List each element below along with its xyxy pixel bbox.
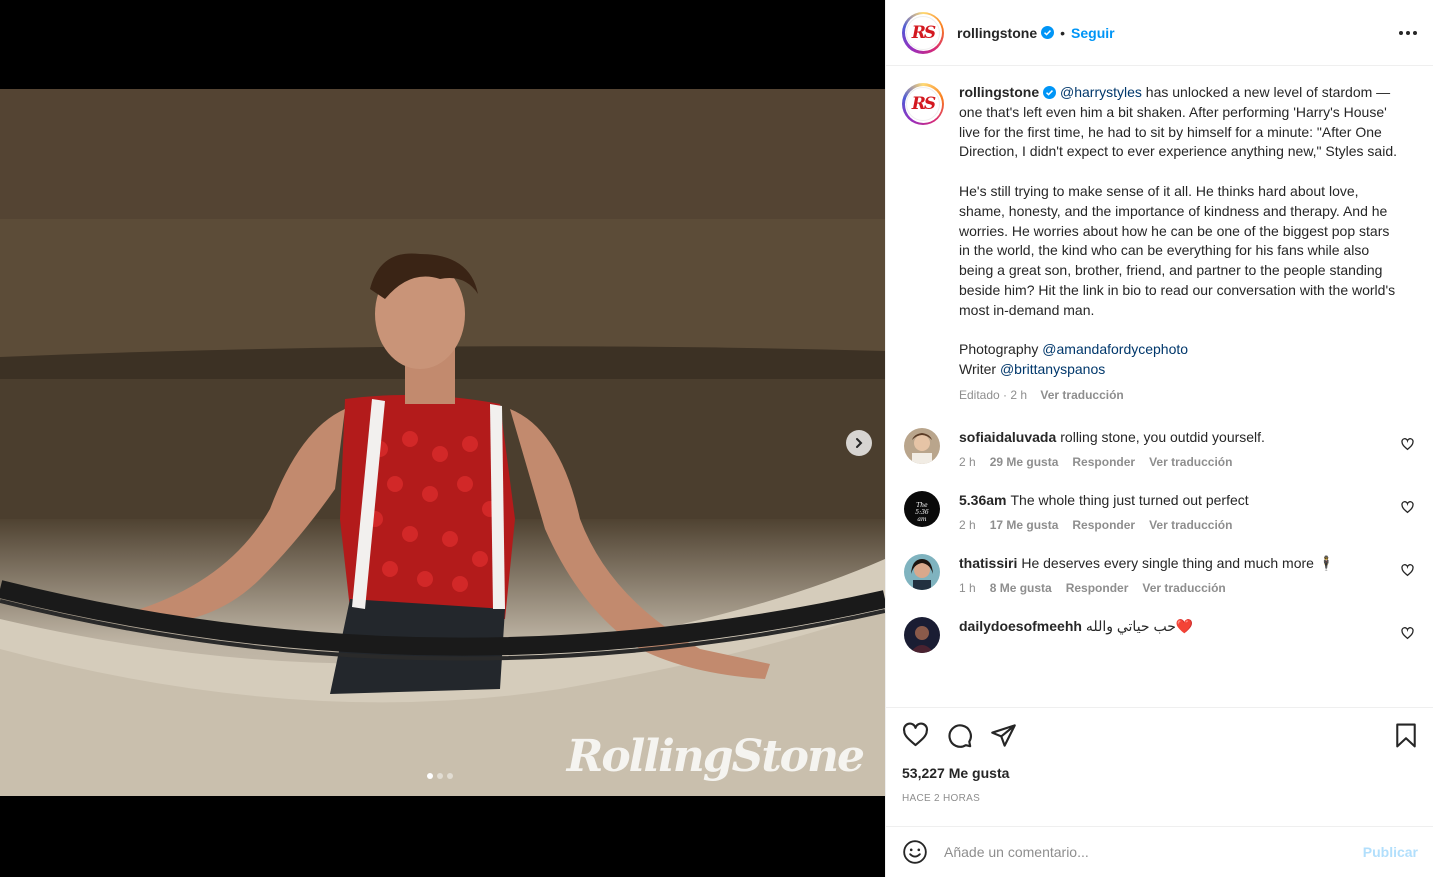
comment-time: 1 h	[959, 580, 976, 595]
reply-button[interactable]: Responder	[1066, 581, 1129, 595]
reply-button[interactable]: Responder	[1072, 518, 1135, 532]
comment-likes[interactable]: 29 Me gusta	[990, 455, 1059, 469]
comment-time: 2 h	[959, 517, 976, 532]
save-bookmark-icon[interactable]	[1394, 722, 1418, 749]
translate-button[interactable]: Ver traducción	[1040, 388, 1123, 402]
translate-button[interactable]: Ver traducción	[1149, 455, 1232, 469]
like-heart-icon[interactable]	[902, 722, 929, 749]
comment-username[interactable]: dailydoesofmeehh	[959, 618, 1082, 634]
svg-text:am: am	[917, 516, 927, 523]
like-comment-heart-icon[interactable]	[1401, 626, 1414, 640]
comment-text: He deserves every single thing and much …	[1021, 554, 1336, 571]
post-media: RollingStone	[0, 0, 885, 877]
rollingstone-watermark: RollingStone	[566, 731, 865, 782]
verified-badge-icon	[1041, 26, 1055, 39]
carousel-dot	[427, 773, 433, 779]
svg-text:The: The	[916, 502, 928, 509]
comment-input[interactable]	[944, 844, 1363, 860]
comment-item: dailydoesofmeehh حب حياتي والله❤️	[902, 616, 1418, 653]
more-options-icon[interactable]	[1399, 30, 1417, 35]
writer-credit-label: Writer	[959, 361, 1000, 378]
photographer-mention[interactable]: @amandafordycephoto	[1042, 341, 1188, 357]
post-header: RS rollingstone • Seguir	[886, 0, 1433, 66]
photo-credit-label: Photography	[959, 341, 1043, 358]
carousel-next-button[interactable]	[846, 430, 872, 456]
comment-username[interactable]: 5.36am	[959, 492, 1006, 508]
comment-bubble-icon[interactable]	[946, 722, 973, 749]
avatar[interactable]: The 5:36 am	[904, 490, 940, 527]
comment-username[interactable]: sofiaidaluvada	[959, 429, 1056, 445]
mention-link[interactable]: @harrystyles	[1060, 84, 1142, 100]
translate-button[interactable]: Ver traducción	[1149, 518, 1232, 532]
rs-logo: RS	[906, 87, 940, 121]
comment-text: The whole thing just turned out perfect	[1010, 491, 1249, 508]
reply-button[interactable]: Responder	[1072, 455, 1135, 469]
likes-count[interactable]: 53,227 Me gusta	[902, 765, 1418, 781]
avatar[interactable]	[904, 553, 940, 590]
comment-item: thatissiri He deserves every single thing…	[902, 553, 1418, 595]
verified-badge-icon	[1043, 86, 1057, 99]
like-comment-heart-icon[interactable]	[1401, 437, 1414, 451]
avatar[interactable]: RS	[902, 11, 944, 54]
comment-likes[interactable]: 8 Me gusta	[990, 581, 1052, 595]
avatar[interactable]	[904, 427, 940, 464]
caption-meta: Editado · 2 h Ver traducción	[959, 386, 1404, 406]
photo-illustration	[0, 89, 885, 796]
carousel-indicator	[427, 773, 453, 779]
caption-text: rollingstone @harrystyles has unlocked a…	[959, 83, 1404, 406]
comment-meta: 2 h 17 Me gusta Responder Ver traducción	[959, 518, 1379, 532]
caption-username[interactable]: rollingstone	[959, 84, 1039, 100]
follow-button[interactable]: Seguir	[1071, 25, 1115, 41]
comment-likes[interactable]: 17 Me gusta	[990, 518, 1059, 532]
comment-text: حب حياتي والله❤️	[1085, 617, 1194, 634]
comment-meta: 1 h 8 Me gusta Responder Ver traducción	[959, 581, 1379, 595]
comment-composer: Publicar	[886, 826, 1433, 877]
emoji-icon[interactable]	[902, 839, 928, 865]
carousel-dot	[437, 773, 443, 779]
comment-username[interactable]: thatissiri	[959, 555, 1017, 571]
post-actions: 53,227 Me gusta HACE 2 HORAS	[886, 707, 1433, 804]
post-photo[interactable]: RollingStone	[0, 89, 885, 796]
comment-text: rolling stone, you outdid yourself.	[1060, 428, 1265, 445]
comment-item: The 5:36 am 5.36am The whole thing just tur…	[902, 490, 1418, 532]
edited-time: Editado · 2 h	[959, 387, 1028, 402]
svg-text:5:36: 5:36	[915, 509, 929, 516]
carousel-dot	[447, 773, 453, 779]
post-side-panel: RS rollingstone • Seguir RS rollingstone…	[885, 0, 1433, 877]
like-comment-heart-icon[interactable]	[1401, 500, 1414, 514]
writer-mention[interactable]: @brittanyspanos	[1000, 361, 1105, 377]
post-username[interactable]: rollingstone	[957, 25, 1037, 41]
caption-paragraph-2: He's still trying to make sense of it al…	[959, 182, 1396, 318]
comment-meta: 2 h 29 Me gusta Responder Ver traducción	[959, 455, 1379, 469]
comment-time: 2 h	[959, 454, 976, 469]
like-comment-heart-icon[interactable]	[1401, 563, 1414, 577]
avatar[interactable]: RS	[902, 83, 944, 125]
post-caption: RS rollingstone @harrystyles has unlocke…	[902, 83, 1418, 406]
post-timestamp: HACE 2 HORAS	[902, 793, 981, 804]
share-send-icon[interactable]	[990, 722, 1017, 749]
rs-logo: RS	[906, 15, 940, 50]
avatar[interactable]	[904, 616, 940, 653]
chevron-right-icon	[856, 438, 863, 448]
header-separator: •	[1060, 24, 1066, 41]
translate-button[interactable]: Ver traducción	[1142, 581, 1225, 595]
comments-list[interactable]: RS rollingstone @harrystyles has unlocke…	[886, 67, 1433, 707]
action-icons-row	[902, 722, 1418, 749]
publish-button[interactable]: Publicar	[1363, 844, 1418, 860]
comment-item: sofiaidaluvada rolling stone, you outdid …	[902, 427, 1418, 469]
